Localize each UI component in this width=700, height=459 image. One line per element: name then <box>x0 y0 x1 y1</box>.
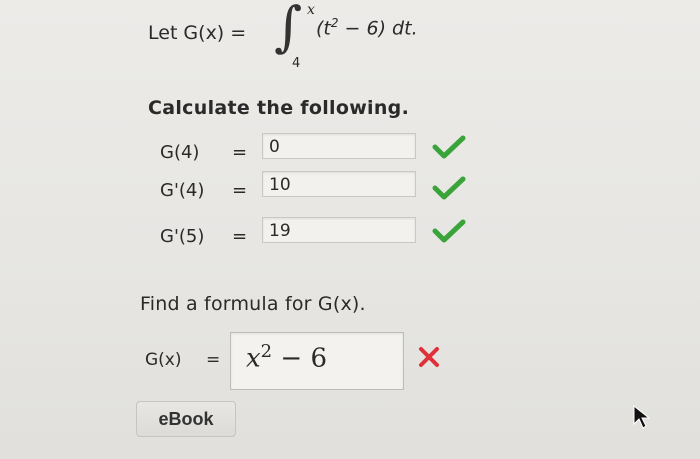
row-label-gprime4: G'(4) <box>160 180 205 201</box>
answer-input-g4[interactable]: 0 <box>262 133 416 159</box>
integrand: (t2 − 6) dt. <box>316 16 418 39</box>
row-label-g4: G(4) <box>160 142 200 163</box>
formula-label: G(x) <box>145 350 182 370</box>
check-icon <box>432 219 466 243</box>
row-label-gprime5: G'(5) <box>160 226 205 247</box>
integrand-exponent: 2 <box>330 16 339 30</box>
answer-input-gprime4[interactable]: 10 <box>262 171 416 197</box>
integrand-pre: (t <box>316 17 331 40</box>
row-equals: = <box>232 226 248 247</box>
check-icon <box>432 135 466 159</box>
answer-exponent: 2 <box>260 341 273 362</box>
formula-equals: = <box>206 350 221 370</box>
problem-let-text: Let G(x) = <box>148 22 247 44</box>
row-equals: = <box>232 142 248 163</box>
calculate-title: Calculate the following. <box>148 97 410 119</box>
integrand-post: − 6) dt. <box>338 17 418 40</box>
x-icon <box>419 347 439 367</box>
ebook-button[interactable]: eBook <box>136 401 236 437</box>
answer-base: x <box>246 343 261 374</box>
integral-lower-limit: 4 <box>292 56 301 71</box>
check-icon <box>432 176 466 200</box>
formula-title: Find a formula for G(x). <box>140 293 366 315</box>
row-equals: = <box>232 180 248 201</box>
integral-upper-limit: x <box>307 2 315 18</box>
integral-symbol: ∫ <box>274 0 303 58</box>
cursor-icon <box>633 404 651 429</box>
answer-rest: − 6 <box>272 343 327 374</box>
formula-answer: x2 − 6 <box>246 341 327 374</box>
answer-input-gprime5[interactable]: 19 <box>262 217 416 243</box>
